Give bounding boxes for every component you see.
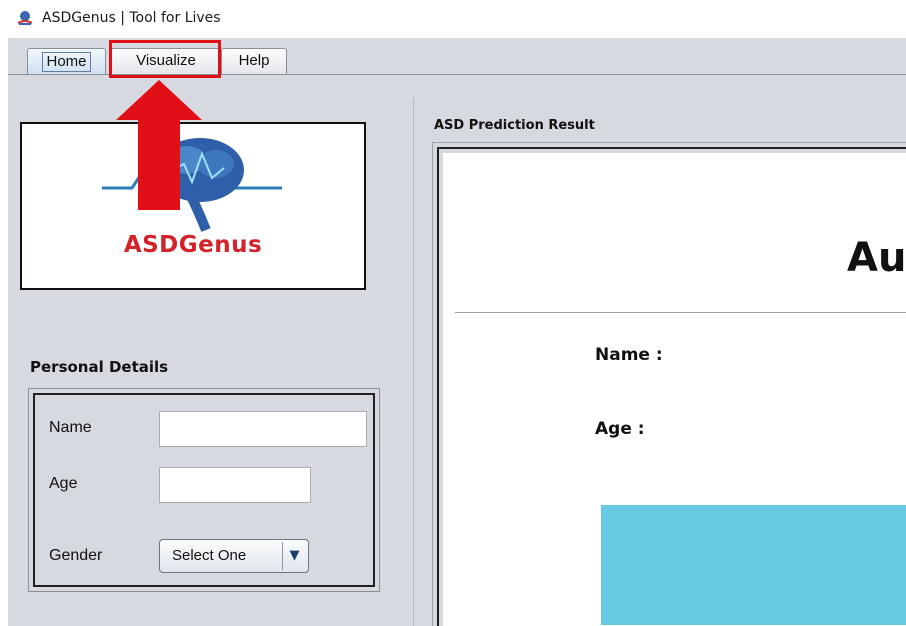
result-frame: Au Name : Age :: [437, 147, 906, 626]
result-chart-area: [601, 505, 906, 625]
window-title: ASDGenus | Tool for Lives: [42, 10, 221, 26]
result-age-label: Age :: [595, 419, 645, 439]
age-label: Age: [49, 475, 78, 492]
tab-help[interactable]: Help: [221, 48, 287, 74]
gender-selected-value: Select One: [172, 547, 247, 564]
tab-home-label: Home: [42, 52, 91, 72]
personal-details-group: Name Age Gender Select One ▼: [28, 388, 380, 592]
logo-text: ASDGenus: [123, 232, 263, 258]
gender-label: Gender: [49, 547, 103, 564]
app-logo-icon: [17, 11, 33, 25]
left-panel: ASDGenus Personal Details Name Age Gende…: [8, 84, 412, 626]
tab-help-label: Help: [238, 52, 270, 69]
panel-divider[interactable]: [413, 98, 414, 626]
up-arrow-icon: [116, 80, 202, 210]
result-view: Au Name : Age :: [443, 153, 906, 626]
result-title: ASD Prediction Result: [434, 118, 595, 133]
personal-details-frame: Name Age Gender Select One ▼: [33, 393, 375, 587]
result-panel: Au Name : Age :: [432, 142, 906, 626]
result-separator: [455, 312, 906, 313]
visualize-highlight-box: [109, 40, 221, 78]
personal-details-title: Personal Details: [30, 358, 169, 376]
result-name-label: Name :: [595, 345, 663, 365]
chevron-down-icon[interactable]: ▼: [282, 542, 306, 570]
name-field[interactable]: [159, 411, 367, 447]
age-field[interactable]: [159, 467, 311, 503]
name-label: Name: [49, 419, 92, 436]
gender-select[interactable]: Select One ▼: [159, 539, 309, 573]
window-title-bar: ASDGenus | Tool for Lives: [0, 0, 906, 38]
result-heading: Au: [847, 235, 906, 281]
tab-home[interactable]: Home: [27, 48, 106, 74]
